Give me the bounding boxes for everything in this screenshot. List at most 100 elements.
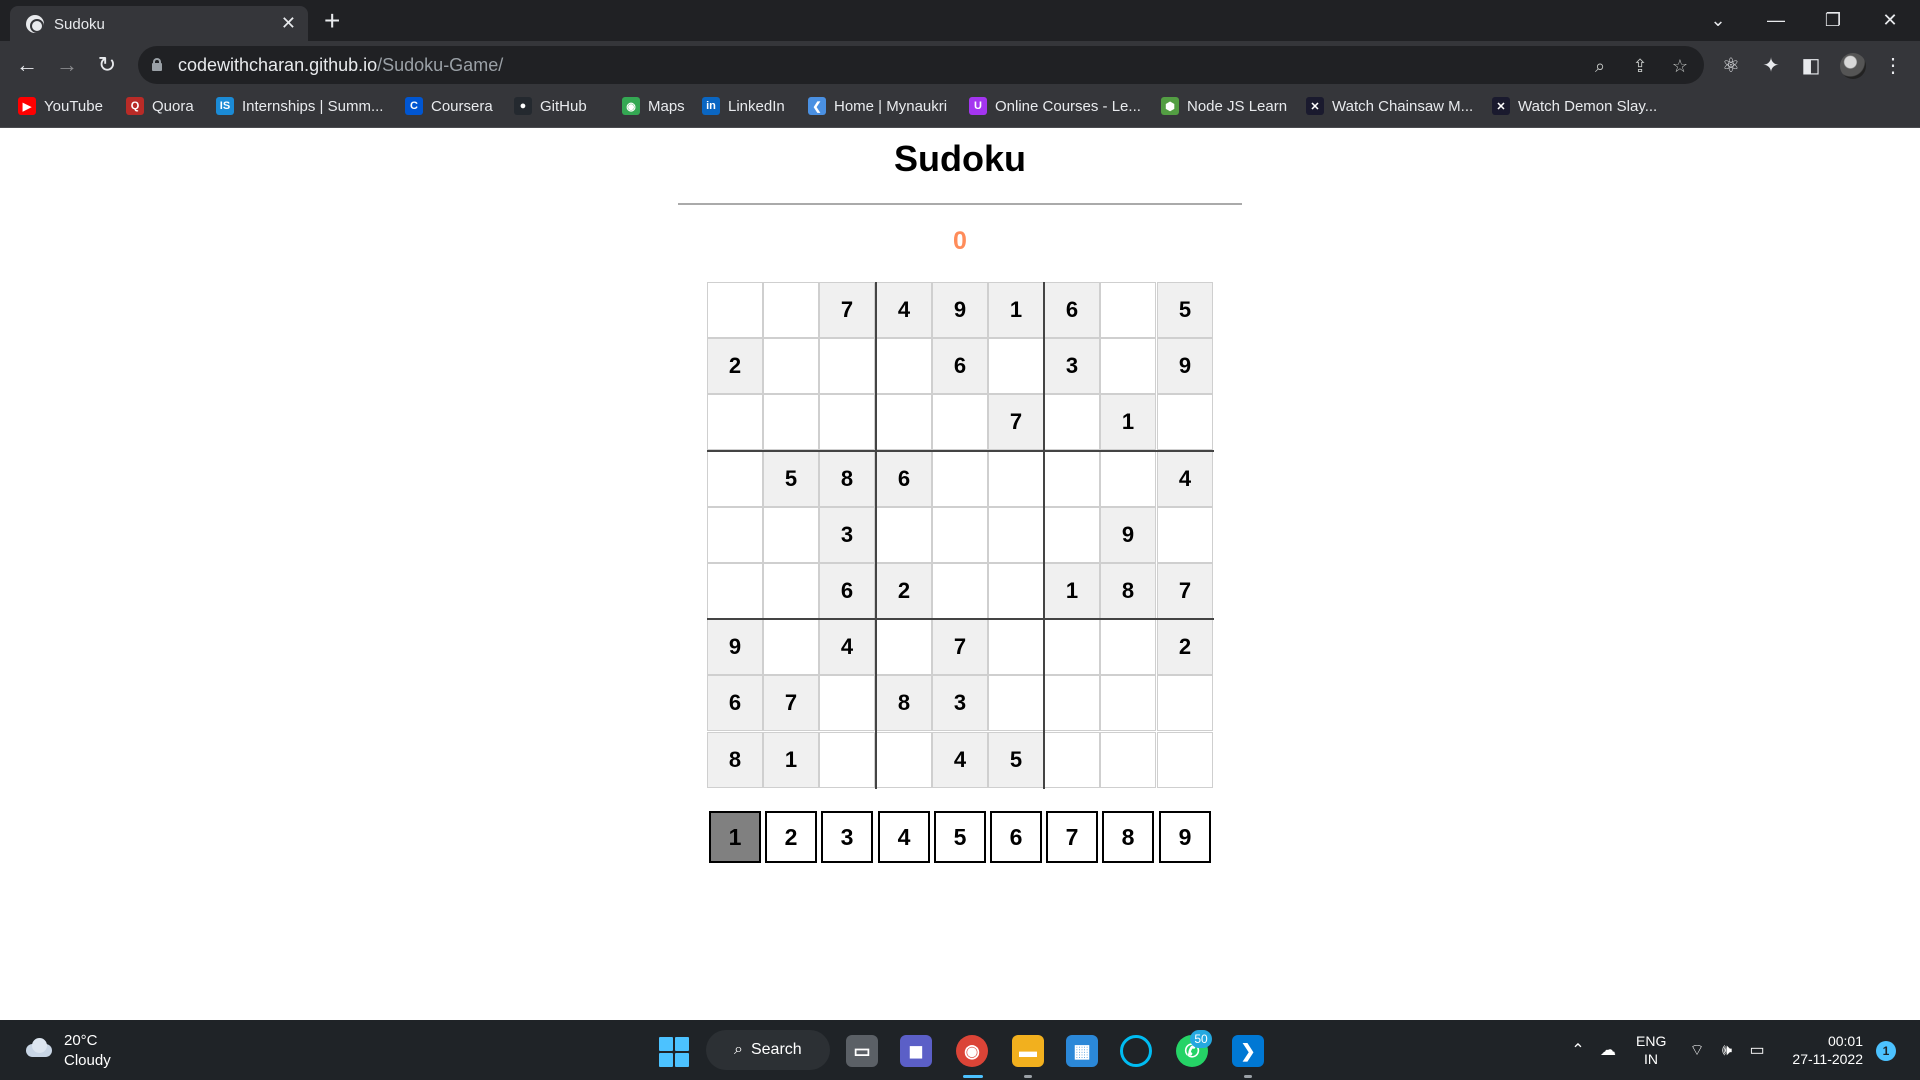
browser-menu-icon[interactable]: ⋮ <box>1880 53 1906 79</box>
side-panel-icon[interactable]: ◧ <box>1798 53 1824 79</box>
sudoku-cell[interactable] <box>876 619 932 675</box>
sudoku-cell[interactable] <box>707 451 763 507</box>
digit-button[interactable]: 6 <box>990 811 1042 863</box>
sudoku-cell[interactable]: 6 <box>876 451 932 507</box>
sudoku-cell[interactable]: 1 <box>988 282 1044 338</box>
sudoku-cell[interactable] <box>988 563 1044 619</box>
digit-button[interactable]: 1 <box>709 811 761 863</box>
sudoku-cell[interactable] <box>763 282 819 338</box>
microsoft-store-icon[interactable]: ▦ <box>1066 1035 1098 1067</box>
sudoku-cell[interactable]: 8 <box>707 732 763 788</box>
close-window-button[interactable]: ✕ <box>1868 6 1912 34</box>
sudoku-cell[interactable]: 1 <box>1044 563 1100 619</box>
sudoku-cell[interactable] <box>1044 451 1100 507</box>
sudoku-cell[interactable] <box>1044 619 1100 675</box>
tab-search-icon[interactable]: ⌄ <box>1696 6 1740 34</box>
bookmark-item[interactable]: ▶ YouTube <box>18 89 103 123</box>
onedrive-offline-icon[interactable]: ☁ <box>1597 1040 1619 1062</box>
sudoku-cell[interactable] <box>707 507 763 563</box>
sudoku-cell[interactable] <box>932 563 988 619</box>
sudoku-cell[interactable] <box>876 507 932 563</box>
sudoku-cell[interactable]: 3 <box>819 507 875 563</box>
sudoku-cell[interactable]: 7 <box>932 619 988 675</box>
sudoku-cell[interactable] <box>932 394 988 450</box>
bookmark-item[interactable]: ● GitHub <box>514 89 587 123</box>
bookmark-star-icon[interactable]: ☆ <box>1668 54 1692 78</box>
sudoku-cell[interactable]: 5 <box>1157 282 1213 338</box>
sudoku-cell[interactable] <box>1044 394 1100 450</box>
back-button[interactable]: ← <box>13 51 41 79</box>
sudoku-cell[interactable]: 8 <box>819 451 875 507</box>
sudoku-cell[interactable]: 4 <box>819 619 875 675</box>
bookmark-item[interactable]: IS Internships | Summ... <box>216 89 383 123</box>
battery-icon[interactable]: ▭ <box>1746 1040 1768 1062</box>
digit-button[interactable]: 2 <box>765 811 817 863</box>
sudoku-cell[interactable]: 1 <box>1100 394 1156 450</box>
sudoku-cell[interactable] <box>1100 675 1156 731</box>
language-indicator[interactable]: ENG IN <box>1636 1032 1666 1068</box>
sudoku-cell[interactable] <box>932 451 988 507</box>
file-explorer-icon[interactable]: ▬ <box>1012 1035 1044 1067</box>
task-view-icon[interactable]: ▭ <box>846 1035 878 1067</box>
sudoku-cell[interactable] <box>1157 732 1213 788</box>
bookmark-item[interactable]: ✕ Watch Chainsaw M... <box>1306 89 1473 123</box>
sudoku-cell[interactable]: 9 <box>1100 507 1156 563</box>
sudoku-cell[interactable] <box>988 507 1044 563</box>
bookmark-item[interactable]: ⬢ Node JS Learn <box>1161 89 1287 123</box>
bookmark-item[interactable]: ✕ Watch Demon Slay... <box>1492 89 1657 123</box>
sudoku-cell[interactable] <box>707 563 763 619</box>
sudoku-cell[interactable]: 2 <box>707 338 763 394</box>
sudoku-cell[interactable] <box>876 338 932 394</box>
sudoku-cell[interactable] <box>1157 507 1213 563</box>
bookmark-item[interactable]: in LinkedIn <box>702 89 785 123</box>
sudoku-cell[interactable] <box>819 338 875 394</box>
sudoku-cell[interactable] <box>1044 732 1100 788</box>
sudoku-cell[interactable] <box>763 563 819 619</box>
vscode-icon[interactable]: ❯ <box>1232 1035 1264 1067</box>
windows-start-icon[interactable] <box>659 1037 689 1067</box>
sudoku-cell[interactable] <box>988 451 1044 507</box>
chrome-icon[interactable]: ◉ <box>956 1035 988 1067</box>
digit-button[interactable]: 7 <box>1046 811 1098 863</box>
sudoku-cell[interactable] <box>763 394 819 450</box>
url-text[interactable]: codewithcharan.github.io/Sudoku-Game/ <box>178 55 503 76</box>
teams-chat-icon[interactable]: ◼ <box>900 1035 932 1067</box>
sudoku-cell[interactable] <box>707 394 763 450</box>
reload-button[interactable]: ↻ <box>93 51 121 79</box>
bookmark-item[interactable]: ❮ Home | Mynaukri <box>808 89 947 123</box>
sudoku-cell[interactable] <box>876 732 932 788</box>
system-clock[interactable]: 00:01 27-11-2022 <box>1785 1032 1863 1068</box>
digit-button[interactable]: 4 <box>878 811 930 863</box>
sudoku-cell[interactable] <box>988 338 1044 394</box>
sudoku-cell[interactable] <box>819 732 875 788</box>
sudoku-cell[interactable] <box>1100 619 1156 675</box>
sudoku-cell[interactable]: 6 <box>707 675 763 731</box>
sudoku-cell[interactable]: 9 <box>707 619 763 675</box>
sudoku-cell[interactable] <box>819 675 875 731</box>
sudoku-cell[interactable] <box>988 619 1044 675</box>
sudoku-cell[interactable]: 5 <box>988 732 1044 788</box>
sudoku-cell[interactable]: 5 <box>763 451 819 507</box>
sudoku-cell[interactable] <box>1044 675 1100 731</box>
weather-description[interactable]: Cloudy <box>64 1052 111 1069</box>
extension-react-icon[interactable]: ⚛ <box>1718 53 1744 79</box>
sudoku-cell[interactable]: 7 <box>819 282 875 338</box>
sudoku-cell[interactable] <box>763 507 819 563</box>
sudoku-cell[interactable] <box>1100 282 1156 338</box>
sudoku-cell[interactable]: 2 <box>876 563 932 619</box>
tray-overflow-chevron-icon[interactable]: ⌃ <box>1567 1040 1589 1062</box>
sudoku-cell[interactable] <box>1100 451 1156 507</box>
sudoku-cell[interactable] <box>763 619 819 675</box>
sudoku-cell[interactable] <box>819 394 875 450</box>
tab-close-icon[interactable]: ✕ <box>281 12 296 34</box>
cortana-icon[interactable] <box>1120 1035 1152 1067</box>
weather-temperature[interactable]: 20°C <box>64 1032 98 1049</box>
sudoku-cell[interactable]: 2 <box>1157 619 1213 675</box>
digit-button[interactable]: 9 <box>1159 811 1211 863</box>
sudoku-cell[interactable] <box>932 507 988 563</box>
wifi-icon[interactable]: ⌔ <box>1686 1040 1708 1062</box>
sudoku-cell[interactable]: 3 <box>1044 338 1100 394</box>
sudoku-cell[interactable]: 4 <box>932 732 988 788</box>
sudoku-cell[interactable]: 9 <box>932 282 988 338</box>
sudoku-cell[interactable]: 8 <box>876 675 932 731</box>
